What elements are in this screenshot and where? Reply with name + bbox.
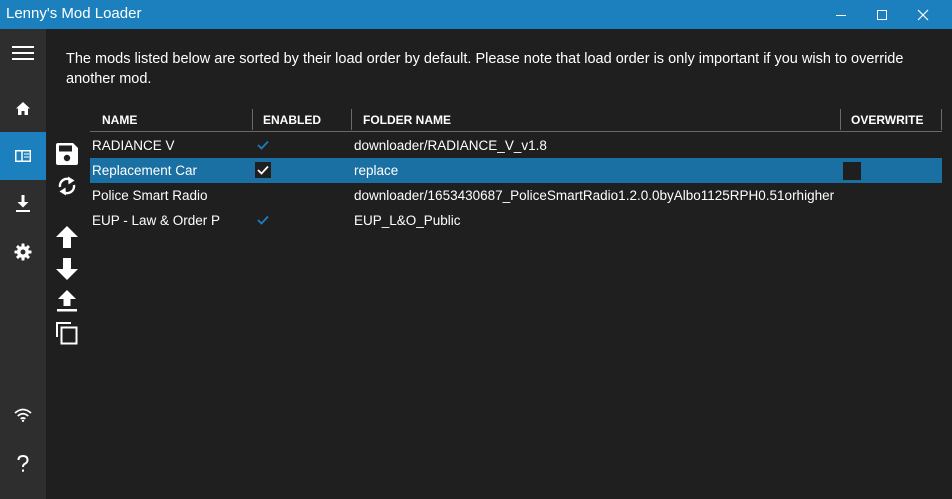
hamburger-menu-button[interactable] bbox=[0, 29, 46, 77]
folder-name-cell: downloader/1653430687_PoliceSmartRadio1.… bbox=[354, 188, 835, 203]
title-bar: Lenny's Mod Loader bbox=[0, 0, 952, 29]
copy-icon bbox=[56, 322, 78, 345]
mod-name-cell: RADIANCE V bbox=[92, 138, 175, 153]
minimize-button[interactable] bbox=[820, 0, 862, 29]
checkmark-icon bbox=[257, 140, 269, 150]
enabled-checkbox[interactable] bbox=[255, 212, 271, 228]
table-row[interactable]: Replacement Car replace bbox=[90, 158, 942, 183]
main-content: The mods listed below are sorted by thei… bbox=[46, 29, 952, 499]
folder-name-cell: replace bbox=[354, 163, 399, 178]
hamburger-menu-icon bbox=[12, 46, 34, 60]
move-down-icon bbox=[56, 258, 78, 280]
folder-name-cell: EUP_L&O_Public bbox=[354, 213, 461, 228]
mods-list-icon bbox=[15, 150, 31, 162]
move-up-button[interactable] bbox=[52, 222, 82, 252]
copy-button[interactable] bbox=[52, 318, 82, 348]
mods-grid: NAME ENABLED FOLDER NAME OVERWRITE RADIA… bbox=[90, 107, 942, 228]
gear-icon bbox=[14, 243, 32, 261]
enabled-checkbox[interactable] bbox=[255, 137, 271, 153]
move-to-top-icon bbox=[57, 290, 77, 312]
table-row[interactable]: RADIANCE V downloader/RADIANCE_V_v1.8 bbox=[90, 133, 942, 158]
column-separator[interactable] bbox=[941, 109, 942, 130]
column-header-name[interactable]: NAME bbox=[92, 107, 252, 131]
column-header-enabled[interactable]: ENABLED bbox=[253, 107, 351, 131]
sidebar-item-settings[interactable] bbox=[0, 228, 46, 276]
maximize-button[interactable] bbox=[861, 0, 903, 29]
grid-header: NAME ENABLED FOLDER NAME OVERWRITE bbox=[90, 107, 942, 132]
wifi-icon bbox=[14, 408, 32, 422]
close-button[interactable] bbox=[902, 0, 944, 29]
home-icon bbox=[16, 101, 30, 115]
mod-name-cell: Police Smart Radio bbox=[92, 188, 208, 203]
sidebar-item-network[interactable] bbox=[0, 391, 46, 439]
table-row[interactable]: EUP - Law & Order P EUP_L&O_Public bbox=[90, 208, 942, 233]
overwrite-checkbox[interactable] bbox=[843, 162, 861, 180]
move-to-top-button[interactable] bbox=[52, 286, 82, 316]
header-divider bbox=[90, 131, 942, 132]
move-down-button[interactable] bbox=[52, 254, 82, 284]
help-icon bbox=[17, 455, 29, 472]
move-up-icon bbox=[56, 226, 78, 248]
save-button[interactable] bbox=[52, 139, 82, 169]
column-separator[interactable] bbox=[351, 109, 352, 130]
checkmark-icon bbox=[257, 165, 269, 175]
minimize-icon bbox=[836, 14, 846, 16]
table-row[interactable]: Police Smart Radio downloader/1653430687… bbox=[90, 183, 942, 208]
column-header-folder-name[interactable]: FOLDER NAME bbox=[353, 107, 839, 131]
close-icon bbox=[917, 9, 929, 20]
refresh-button[interactable] bbox=[52, 171, 82, 201]
window-title: Lenny's Mod Loader bbox=[6, 5, 142, 22]
column-header-overwrite[interactable]: OVERWRITE bbox=[841, 107, 941, 131]
enabled-checkbox[interactable] bbox=[255, 162, 271, 178]
maximize-icon bbox=[877, 9, 887, 20]
download-icon bbox=[16, 195, 30, 212]
save-icon bbox=[56, 143, 78, 165]
sidebar-item-downloads[interactable] bbox=[0, 180, 46, 228]
folder-name-cell: downloader/RADIANCE_V_v1.8 bbox=[354, 138, 547, 153]
mod-name-cell: EUP - Law & Order P bbox=[92, 213, 221, 228]
checkmark-icon bbox=[257, 215, 269, 225]
sidebar-item-home[interactable] bbox=[0, 84, 46, 132]
sidebar-item-help[interactable] bbox=[0, 440, 46, 488]
intro-text: The mods listed below are sorted by thei… bbox=[66, 51, 904, 87]
sidebar-item-mods[interactable] bbox=[0, 132, 46, 180]
sidebar bbox=[0, 29, 46, 499]
refresh-icon bbox=[58, 176, 76, 196]
mod-name-cell: Replacement Car bbox=[92, 163, 198, 178]
